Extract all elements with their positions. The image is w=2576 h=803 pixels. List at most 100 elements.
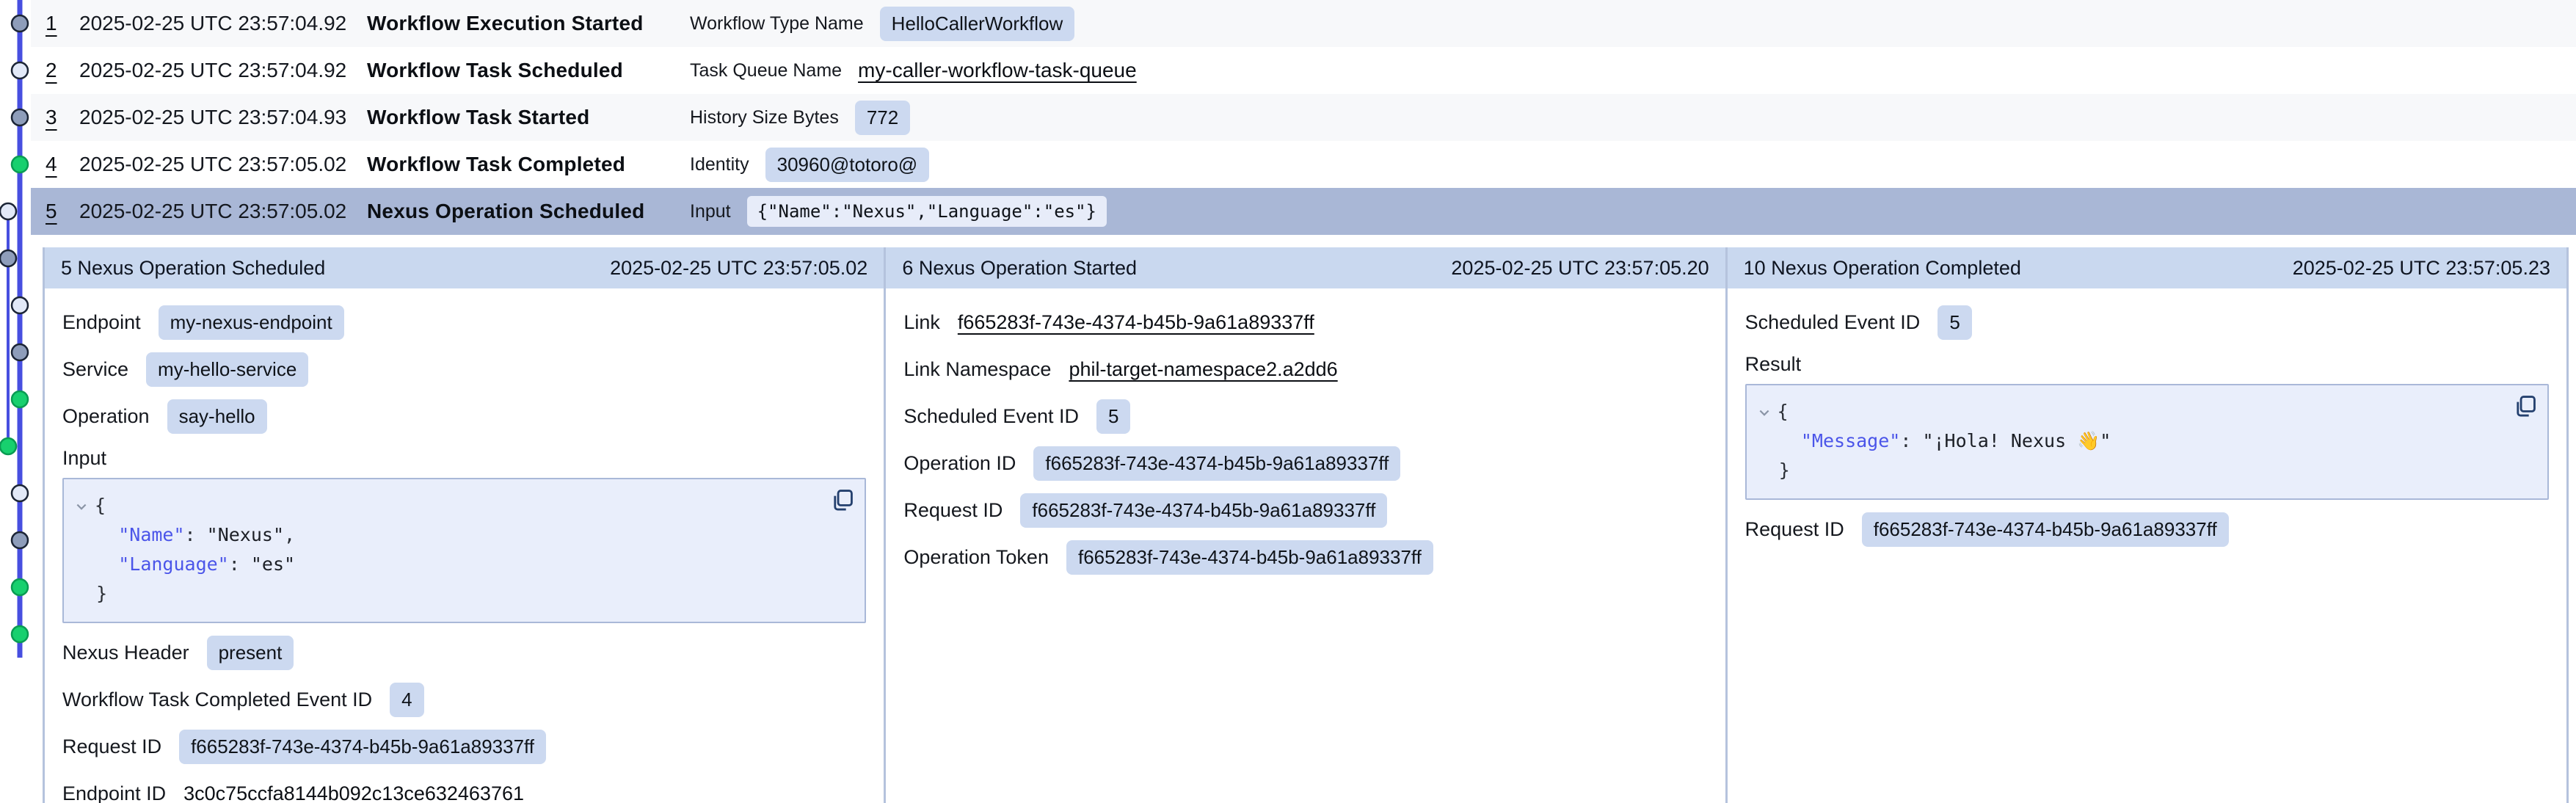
detail-value-chip: f665283f-743e-4374-b45b-9a61a89337ff	[1033, 446, 1400, 481]
detail-value-chip: my-hello-service	[146, 352, 308, 387]
detail-row: Request IDf665283f-743e-4374-b45b-9a61a8…	[903, 493, 1707, 528]
panel-body: Scheduled Event ID 5 Result { "Message": "¡…	[1728, 288, 2566, 547]
panel-title: 6 Nexus Operation Started	[902, 257, 1137, 280]
event-timestamp: 2025-02-25 UTC 23:57:04.93	[79, 106, 367, 129]
event-attr-label: Input	[690, 201, 731, 222]
panel-body: Endpointmy-nexus-endpoint Service my-hello…	[45, 288, 884, 803]
detail-label: Operation ID	[903, 452, 1016, 475]
detail-row: Operation say-hello	[62, 399, 866, 434]
detail-value-chip: my-nexus-endpoint	[159, 305, 344, 340]
detail-value-chip: f665283f-743e-4374-b45b-9a61a89337ff	[1862, 512, 2229, 547]
event-attr-value-chip: 772	[855, 101, 910, 135]
event-history-list: 12025-02-25 UTC 23:57:04.92Workflow Exec…	[0, 0, 2576, 235]
panel-header: 5 Nexus Operation Scheduled 2025-02-25 UT…	[45, 247, 884, 288]
event-attribute: History Size Bytes 772	[690, 101, 910, 135]
detail-label: Scheduled Event ID	[1745, 311, 1921, 334]
timeline-dot	[12, 297, 28, 313]
event-attr-label: Workflow Type Name	[690, 13, 864, 34]
detail-value-chip: f665283f-743e-4374-b45b-9a61a89337ff	[1020, 493, 1387, 528]
detail-row: Link f665283f-743e-4374-b45b-9a61a89337ff	[903, 305, 1707, 340]
detail-row: Service my-hello-service	[62, 352, 866, 387]
detail-value-link[interactable]: f665283f-743e-4374-b45b-9a61a89337ff	[958, 311, 1314, 334]
copy-button[interactable]	[829, 488, 854, 513]
detail-row: Operation Tokenf665283f-743e-4374-b45b-9…	[903, 539, 1707, 575]
detail-row: Operation ID f665283f-743e-4374-b45b-9a61…	[903, 446, 1707, 481]
detail-row: Nexus Header present	[62, 635, 866, 670]
detail-label: Link Namespace	[903, 358, 1051, 381]
copy-button[interactable]	[2512, 394, 2537, 419]
detail-label: Link	[903, 311, 940, 334]
event-attr-label: History Size Bytes	[690, 107, 839, 128]
event-attr-value-chip: {"Name":"Nexus","Language":"es"}	[747, 196, 1107, 227]
panel-timestamp: 2025-02-25 UTC 23:57:05.20	[1451, 257, 1709, 280]
event-attribute: Identity30960@totoro@	[690, 148, 929, 182]
event-history-row[interactable]: 32025-02-25 UTC 23:57:04.93Workflow Task…	[31, 94, 2576, 141]
detail-label: Request ID	[62, 735, 161, 758]
timeline-dot	[0, 438, 16, 454]
detail-row: Endpoint ID 3c0c75ccfa8144b092c13ce632463…	[62, 776, 866, 803]
event-id-link[interactable]: 5	[46, 200, 66, 223]
detail-label: Scheduled Event ID	[903, 405, 1079, 428]
event-history-row[interactable]: 52025-02-25 UTC 23:57:05.02Nexus Operati…	[31, 188, 2576, 235]
detail-label: Nexus Header	[62, 642, 189, 664]
event-name: Workflow Task Completed	[367, 153, 661, 176]
event-history-row[interactable]: 1 2025-02-25 UTC 23:57:04.92Workflow Exec…	[31, 0, 2576, 47]
event-id-link[interactable]: 3	[46, 106, 66, 129]
detail-value-chip: 4	[390, 683, 423, 717]
copy-icon	[829, 488, 854, 513]
event-id-link[interactable]: 1	[46, 12, 66, 35]
timeline-dot	[12, 626, 28, 642]
event-detail-panel: 10 Nexus Operation Completed 2025-02-25 U…	[1725, 247, 2566, 803]
event-attr-value-link[interactable]: my-caller-workflow-task-queue	[858, 59, 1137, 82]
panel-title: 5 Nexus Operation Scheduled	[61, 257, 325, 280]
panel-timestamp: 2025-02-25 UTC 23:57:05.23	[2293, 257, 2550, 280]
detail-section-label: Input	[62, 446, 866, 470]
event-timestamp: 2025-02-25 UTC 23:57:04.92	[79, 59, 367, 82]
chevron-down-icon[interactable]	[1757, 405, 1772, 420]
detail-value-link[interactable]: phil-target-namespace2.a2dd6	[1069, 358, 1337, 381]
json-content: { "Message": "¡Hola! Nexus 👋" }	[1757, 397, 2533, 485]
copy-icon	[2512, 394, 2537, 419]
event-id-link[interactable]: 4	[46, 153, 66, 176]
event-timestamp: 2025-02-25 UTC 23:57:04.92	[79, 12, 367, 35]
timeline-dot	[12, 344, 28, 360]
event-attribute: Task Queue Namemy-caller-workflow-task-q…	[690, 59, 1137, 82]
event-attr-label: Identity	[690, 154, 749, 175]
detail-section-label: Result	[1745, 352, 2549, 377]
detail-label: Operation Token	[903, 546, 1049, 569]
detail-value-link[interactable]: 3c0c75ccfa8144b092c13ce632463761	[183, 782, 524, 803]
panel-header: 10 Nexus Operation Completed 2025-02-25 U…	[1728, 247, 2566, 288]
event-attribute: Input {"Name":"Nexus","Language":"es"}	[690, 196, 1107, 227]
detail-label: Endpoint ID	[62, 782, 166, 803]
panel-body: Link f665283f-743e-4374-b45b-9a61a89337ff…	[886, 288, 1725, 575]
timeline-dot	[12, 391, 28, 407]
json-viewer: { "Message": "¡Hola! Nexus 👋" }	[1745, 384, 2549, 500]
detail-value-chip: 5	[1938, 305, 1971, 340]
event-name: Workflow Execution Started	[367, 12, 661, 35]
detail-row: Link Namespace phil-target-namespace2.a2d…	[903, 352, 1707, 387]
event-attribute: Workflow Type Name HelloCallerWorkflow	[690, 7, 1074, 41]
event-detail-panel: 5 Nexus Operation Scheduled 2025-02-25 UT…	[45, 247, 884, 803]
panel-header: 6 Nexus Operation Started 2025-02-25 UTC …	[886, 247, 1725, 288]
event-history-row[interactable]: 2 2025-02-25 UTC 23:57:04.92Workflow Task…	[31, 47, 2576, 94]
timeline-dot	[12, 532, 28, 548]
detail-label: Service	[62, 358, 128, 381]
detail-label: Operation	[62, 405, 150, 428]
detail-value-chip: f665283f-743e-4374-b45b-9a61a89337ff	[179, 730, 546, 764]
detail-row: Request ID f665283f-743e-4374-b45b-9a61a8…	[1745, 512, 2549, 547]
panel-title: 10 Nexus Operation Completed	[1744, 257, 2021, 280]
timeline-dot	[0, 250, 16, 266]
event-attr-value-chip: HelloCallerWorkflow	[880, 7, 1075, 41]
event-history-row[interactable]: 42025-02-25 UTC 23:57:05.02Workflow Task…	[31, 141, 2576, 188]
detail-value-chip: say-hello	[167, 399, 267, 434]
detail-row: Endpointmy-nexus-endpoint	[62, 305, 866, 340]
detail-row: Scheduled Event ID 5	[1745, 305, 2549, 340]
event-id-link[interactable]: 2	[46, 59, 66, 82]
detail-label: Request ID	[1745, 518, 1844, 541]
detail-row: Scheduled Event ID5	[903, 399, 1707, 434]
detail-value-chip: present	[207, 636, 294, 670]
chevron-down-icon[interactable]	[74, 499, 89, 514]
timeline-dot	[12, 485, 28, 501]
panel-timestamp: 2025-02-25 UTC 23:57:05.02	[610, 257, 867, 280]
event-name: Workflow Task Scheduled	[367, 59, 661, 82]
